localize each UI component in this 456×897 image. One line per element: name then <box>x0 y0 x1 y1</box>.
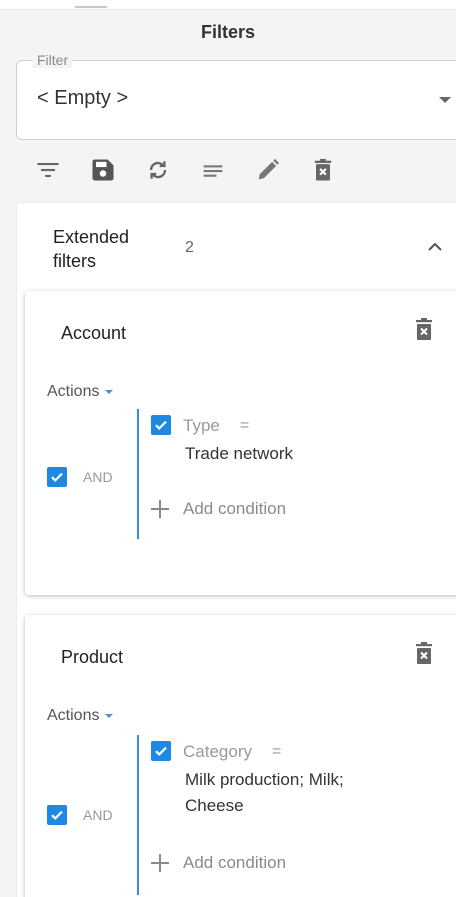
filter-toolbar <box>28 150 358 190</box>
dropdown-arrow-icon[interactable] <box>439 97 451 103</box>
filter-value: < Empty > <box>37 87 129 109</box>
plus-icon <box>151 854 169 872</box>
group-checkbox[interactable] <box>47 805 67 825</box>
check-icon <box>155 420 167 430</box>
check-icon <box>155 746 167 756</box>
actions-menu[interactable]: Actions <box>47 707 114 725</box>
filter-list-button[interactable] <box>28 150 68 190</box>
actions-label: Actions <box>47 383 100 400</box>
actions-label: Actions <box>47 707 100 724</box>
lines-button[interactable] <box>193 150 233 190</box>
condition-value[interactable]: Milk production; Milk; Cheese <box>185 767 375 819</box>
group-logic: AND <box>47 805 113 825</box>
condition-operator[interactable]: = <box>240 415 249 437</box>
extended-filters-count: 2 <box>185 239 194 256</box>
extended-filters-title: Extended filters <box>53 227 130 271</box>
lines-icon <box>203 165 223 177</box>
caret-down-icon <box>105 714 114 718</box>
pencil-icon <box>258 158 280 180</box>
caret-down-icon <box>105 390 114 394</box>
delete-group-icon[interactable] <box>413 641 435 667</box>
group-connector-line <box>137 409 139 539</box>
filter-legend: Filter <box>33 52 73 68</box>
group-checkbox[interactable] <box>47 467 67 487</box>
plus-icon <box>151 500 169 518</box>
logic-operator: AND <box>83 807 113 823</box>
check-icon <box>51 810 63 820</box>
condition-field[interactable]: Type <box>183 415 220 437</box>
group-logic: AND <box>47 467 113 487</box>
group-title: Product <box>61 647 124 667</box>
panel-title: Filters <box>200 22 256 42</box>
top-strip <box>0 0 456 10</box>
save-button[interactable] <box>83 150 123 190</box>
add-condition-button[interactable]: Add condition <box>151 499 286 519</box>
condition-field[interactable]: Category <box>183 741 252 763</box>
chevron-up-icon[interactable] <box>425 239 445 255</box>
logic-operator: AND <box>83 469 113 485</box>
sync-button[interactable] <box>138 150 178 190</box>
filter-select[interactable]: Filter < Empty > <box>16 52 456 140</box>
condition-value[interactable]: Trade network <box>185 441 375 467</box>
condition-checkbox[interactable] <box>151 741 171 761</box>
add-condition-label: Add condition <box>183 499 287 518</box>
filter-group-account: Account Actions AND Type = Trade network <box>25 291 456 595</box>
drag-handle[interactable] <box>75 6 107 8</box>
condition-row: Category = Milk production; Milk; Cheese <box>151 741 375 819</box>
sync-icon <box>149 161 167 179</box>
group-connector-line <box>137 735 139 895</box>
add-condition-label: Add condition <box>183 853 287 872</box>
filter-list-icon <box>37 163 59 177</box>
edit-button[interactable] <box>248 150 288 190</box>
add-condition-button[interactable]: Add condition <box>151 853 286 873</box>
group-title: Account <box>61 323 127 343</box>
save-icon <box>92 159 114 181</box>
actions-menu[interactable]: Actions <box>47 383 114 401</box>
condition-operator[interactable]: = <box>272 741 281 763</box>
delete-group-icon[interactable] <box>413 317 435 343</box>
filter-group-product: Product Actions AND Category = Milk prod… <box>25 615 456 897</box>
delete-filter-button[interactable] <box>303 150 343 190</box>
extended-filters-card: Extended filters 2 Account Actions AND T… <box>16 202 456 897</box>
condition-row: Type = Trade network <box>151 415 375 467</box>
delete-icon <box>314 158 332 181</box>
check-icon <box>51 472 63 482</box>
condition-checkbox[interactable] <box>151 415 171 435</box>
